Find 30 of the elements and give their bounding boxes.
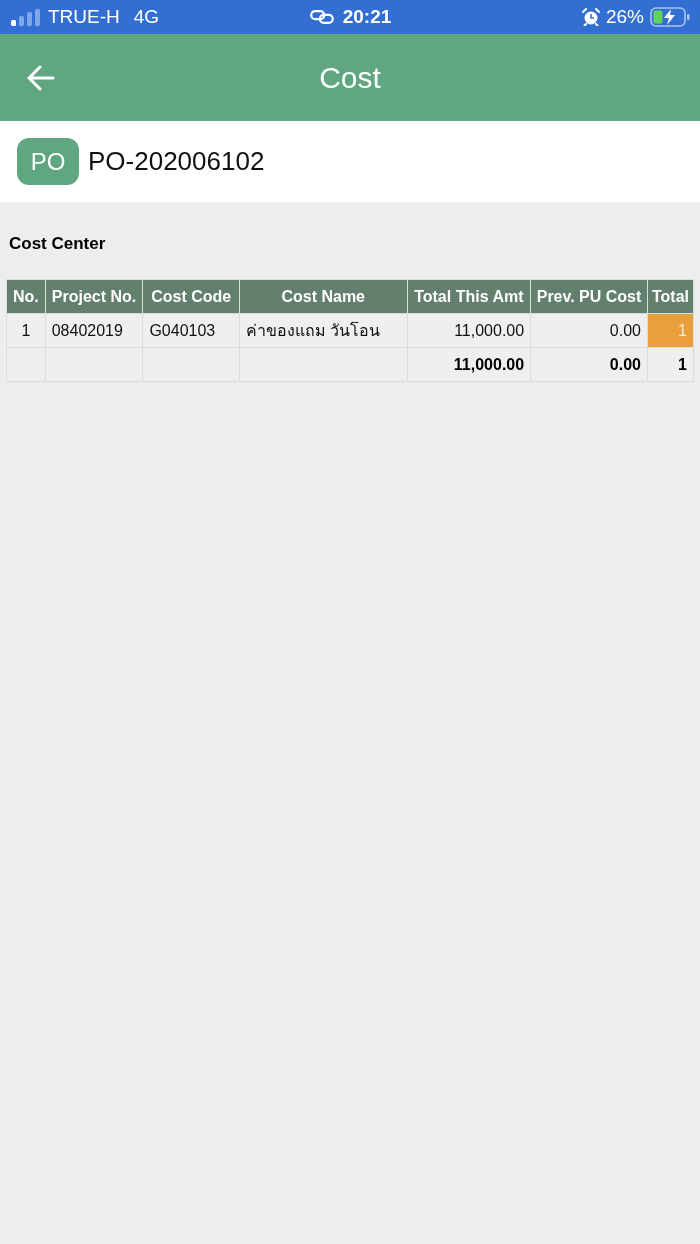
network-type: 4G (133, 6, 160, 28)
table-cell: 1 (647, 313, 694, 348)
alarm-clock-icon (581, 8, 600, 26)
table-cell: G040103 (142, 313, 240, 348)
column-header: Cost Code (142, 279, 240, 314)
table-cell: 08402019 (45, 313, 143, 348)
signal-icon (11, 8, 40, 26)
back-arrow-icon[interactable] (27, 64, 55, 91)
total-cell: 1 (647, 347, 694, 382)
column-header: Project No. (45, 279, 143, 314)
link-icon (309, 10, 334, 24)
battery-percent: 26% (605, 6, 644, 28)
table-cell: ค่าของแถม วันโอน (239, 313, 407, 348)
column-header: No. (6, 279, 46, 314)
table-cell: 11,000.00 (407, 313, 531, 348)
total-cell: 0.00 (530, 347, 648, 382)
column-header: Prev. PU Cost (530, 279, 648, 314)
table-cell: 0.00 (530, 313, 648, 348)
carrier-name: TRUE-H (48, 6, 120, 28)
battery-charging-icon (650, 7, 690, 27)
total-cell: 11,000.00 (407, 347, 531, 382)
table-cell: 1 (6, 313, 46, 348)
document-number: PO-202006102 (88, 146, 265, 177)
column-header: Cost Name (239, 279, 407, 314)
screen-title: Cost (318, 60, 382, 95)
document-type-badge: PO (17, 138, 79, 185)
clock-time: 20:21 (342, 6, 392, 28)
column-header: Total This Amt (407, 279, 531, 314)
column-header: Total (647, 279, 694, 314)
section-title: Cost Center (8, 233, 107, 254)
